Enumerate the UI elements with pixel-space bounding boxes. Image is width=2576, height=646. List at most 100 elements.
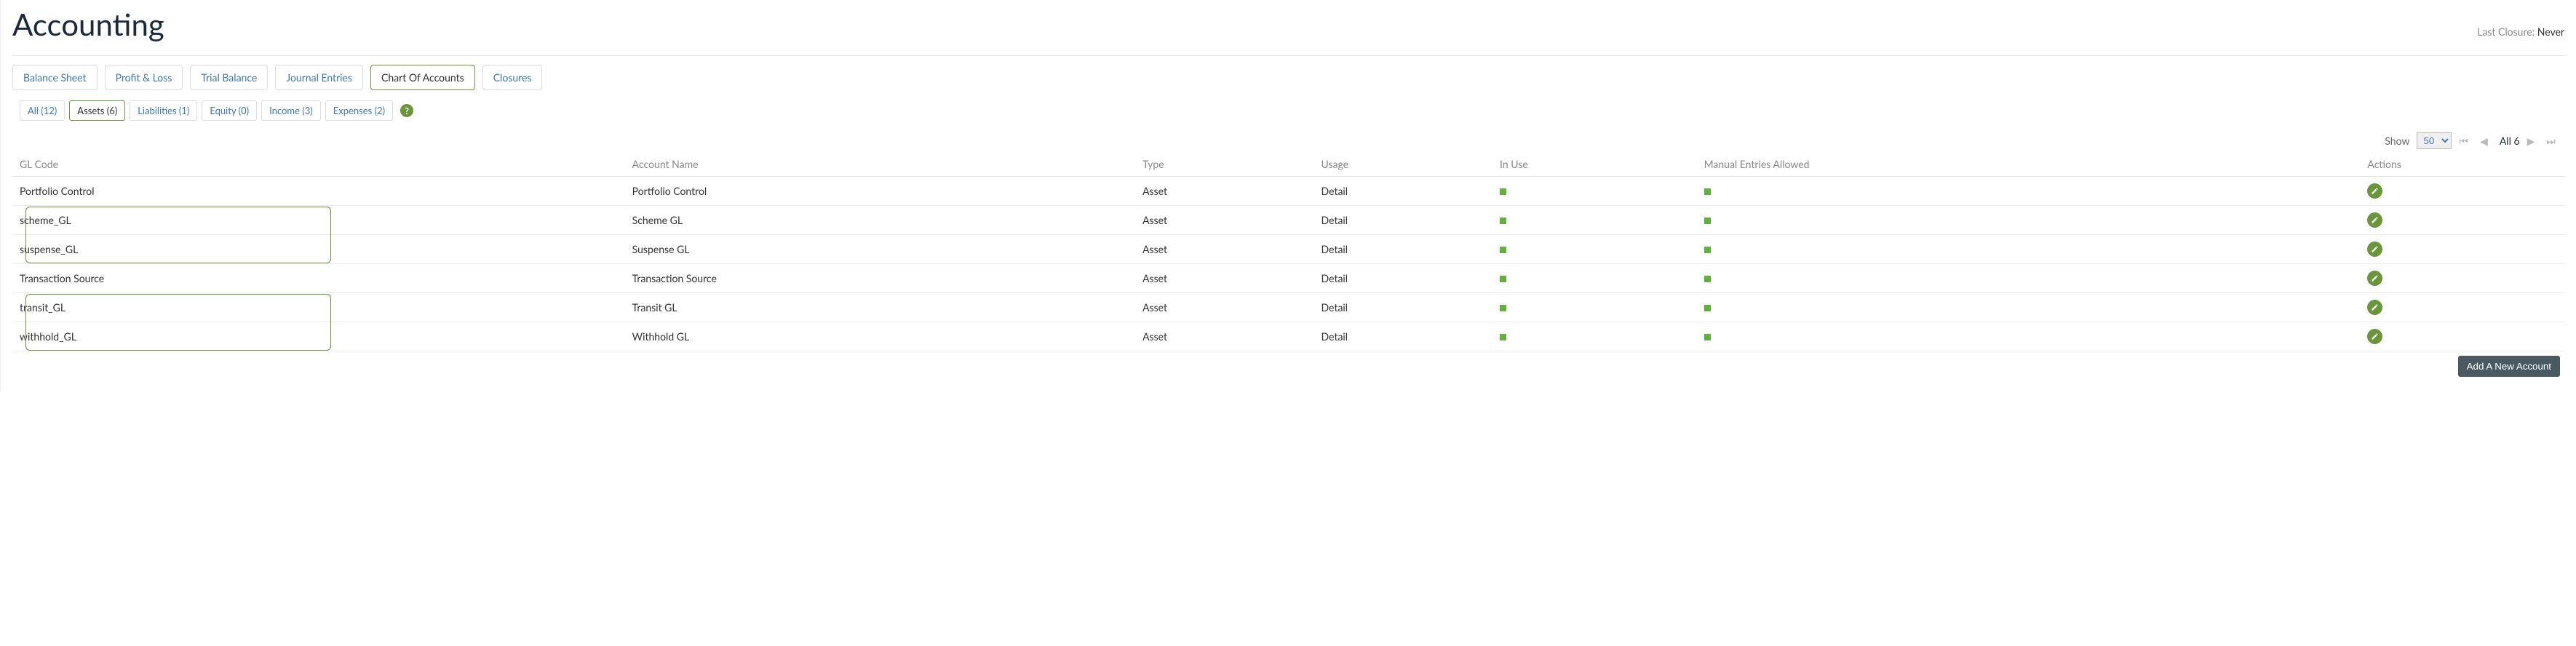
cell-manual xyxy=(1697,293,2361,322)
cell-in-use xyxy=(1492,206,1697,235)
cell-type: Asset xyxy=(1135,293,1313,322)
col-in-use[interactable]: In Use xyxy=(1492,152,1697,177)
cell-usage: Detail xyxy=(1314,264,1492,293)
cell-account-name: Suspense GL xyxy=(625,235,1135,264)
cell-actions xyxy=(2360,206,2564,235)
edit-button[interactable] xyxy=(2367,300,2382,315)
filter-expenses-2-[interactable]: Expenses (2) xyxy=(325,100,393,121)
table-row[interactable]: transit_GL Transit GL Asset Detail xyxy=(12,293,2564,322)
tab-balance-sheet[interactable]: Balance Sheet xyxy=(12,65,98,90)
help-icon[interactable]: ? xyxy=(400,104,413,117)
tab-chart-of-accounts[interactable]: Chart Of Accounts xyxy=(370,65,475,90)
tab-row: Balance Sheet Profit & Loss Trial Balance J… xyxy=(12,55,2564,90)
square-icon xyxy=(1704,188,1711,195)
cell-in-use xyxy=(1492,322,1697,351)
cell-in-use xyxy=(1492,293,1697,322)
last-closure: Last Closure: Never xyxy=(2477,25,2564,38)
square-icon xyxy=(1704,305,1711,311)
filter-all-12-[interactable]: All (12) xyxy=(20,100,65,121)
filter-row: All (12)Assets (6)Liabilities (1)Equity … xyxy=(12,100,2564,121)
square-icon xyxy=(1500,276,1506,282)
square-icon xyxy=(1704,334,1711,340)
cell-usage: Detail xyxy=(1314,235,1492,264)
square-icon xyxy=(1704,276,1711,282)
cell-actions xyxy=(2360,177,2564,206)
cell-account-name: Withhold GL xyxy=(625,322,1135,351)
table-row[interactable]: Transaction Source Transaction Source As… xyxy=(12,264,2564,293)
edit-button[interactable] xyxy=(2367,212,2382,228)
pencil-icon xyxy=(2371,332,2379,340)
table-row[interactable]: withhold_GL Withhold GL Asset Detail xyxy=(12,322,2564,351)
cell-gl-code: scheme_GL xyxy=(12,206,625,235)
pager-first-icon[interactable]: ⏮ xyxy=(2459,135,2473,148)
square-icon xyxy=(1500,305,1506,311)
add-account-button[interactable]: Add A New Account xyxy=(2458,356,2560,377)
pager-status: All 6 xyxy=(2500,135,2520,147)
cell-account-name: Scheme GL xyxy=(625,206,1135,235)
pencil-icon xyxy=(2371,274,2379,282)
col-manual-entries[interactable]: Manual Entries Allowed xyxy=(1697,152,2361,177)
tab-trial-balance[interactable]: Trial Balance xyxy=(190,65,268,90)
tab-closures[interactable]: Closures xyxy=(482,65,543,90)
cell-gl-code: suspense_GL xyxy=(12,235,625,264)
pager-prev-icon[interactable]: ◀ xyxy=(2480,135,2492,148)
cell-gl-code: Transaction Source xyxy=(12,264,625,293)
cell-manual xyxy=(1697,322,2361,351)
tab-profit-loss[interactable]: Profit & Loss xyxy=(105,65,183,90)
col-account-name[interactable]: Account Name xyxy=(625,152,1135,177)
square-icon xyxy=(1704,247,1711,253)
filter-assets-6-[interactable]: Assets (6) xyxy=(69,100,125,121)
col-gl-code[interactable]: GL Code xyxy=(12,152,625,177)
tab-journal-entries[interactable]: Journal Entries xyxy=(275,65,363,90)
pencil-icon xyxy=(2371,245,2379,253)
cell-manual xyxy=(1697,206,2361,235)
edit-button[interactable] xyxy=(2367,183,2382,199)
square-icon xyxy=(1500,218,1506,224)
cell-usage: Detail xyxy=(1314,293,1492,322)
page-size-select[interactable]: 50 xyxy=(2417,132,2452,149)
cell-usage: Detail xyxy=(1314,206,1492,235)
cell-manual xyxy=(1697,235,2361,264)
filter-liabilities-1-[interactable]: Liabilities (1) xyxy=(130,100,197,121)
cell-manual xyxy=(1697,264,2361,293)
filter-equity-0-[interactable]: Equity (0) xyxy=(202,100,257,121)
square-icon xyxy=(1704,218,1711,224)
cell-account-name: Portfolio Control xyxy=(625,177,1135,206)
page-title: Accounting xyxy=(12,6,164,42)
pager-last-icon[interactable]: ⏭ xyxy=(2546,135,2560,148)
cell-usage: Detail xyxy=(1314,322,1492,351)
filter-income-3-[interactable]: Income (3) xyxy=(261,100,321,121)
last-closure-label: Last Closure: xyxy=(2477,25,2535,38)
edit-button[interactable] xyxy=(2367,329,2382,344)
cell-gl-code: Portfolio Control xyxy=(12,177,625,206)
square-icon xyxy=(1500,334,1506,340)
cell-type: Asset xyxy=(1135,206,1313,235)
cell-actions xyxy=(2360,293,2564,322)
cell-actions xyxy=(2360,322,2564,351)
cell-in-use xyxy=(1492,264,1697,293)
edit-button[interactable] xyxy=(2367,242,2382,257)
table-row[interactable]: Portfolio Control Portfolio Control Asse… xyxy=(12,177,2564,206)
cell-type: Asset xyxy=(1135,235,1313,264)
cell-in-use xyxy=(1492,177,1697,206)
cell-in-use xyxy=(1492,235,1697,264)
square-icon xyxy=(1500,188,1506,195)
pager-next-icon[interactable]: ▶ xyxy=(2527,135,2540,148)
col-actions[interactable]: Actions xyxy=(2360,152,2564,177)
cell-type: Asset xyxy=(1135,264,1313,293)
pencil-icon xyxy=(2371,216,2379,224)
cell-type: Asset xyxy=(1135,322,1313,351)
table-row[interactable]: suspense_GL Suspense GL Asset Detail xyxy=(12,235,2564,264)
pencil-icon xyxy=(2371,303,2379,311)
col-type[interactable]: Type xyxy=(1135,152,1313,177)
last-closure-value: Never xyxy=(2537,25,2564,38)
cell-gl-code: withhold_GL xyxy=(12,322,625,351)
col-usage[interactable]: Usage xyxy=(1314,152,1492,177)
cell-account-name: Transit GL xyxy=(625,293,1135,322)
cell-manual xyxy=(1697,177,2361,206)
cell-account-name: Transaction Source xyxy=(625,264,1135,293)
square-icon xyxy=(1500,247,1506,253)
edit-button[interactable] xyxy=(2367,271,2382,286)
table-row[interactable]: scheme_GL Scheme GL Asset Detail xyxy=(12,206,2564,235)
pencil-icon xyxy=(2371,187,2379,195)
